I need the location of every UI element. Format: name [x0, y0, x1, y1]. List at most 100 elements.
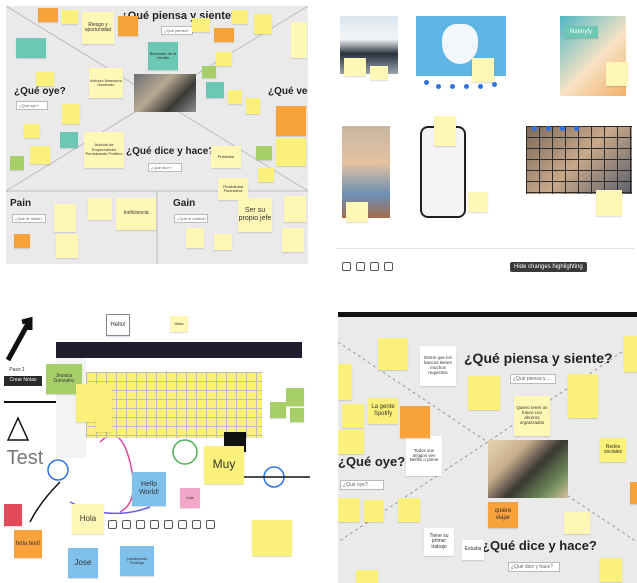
sticky-note[interactable] [342, 404, 364, 428]
sticky-note[interactable] [284, 196, 306, 222]
sticky-note[interactable] [62, 104, 80, 124]
sticky-deme[interactable]: Deme que los bancos tienen muchos requis… [420, 346, 456, 386]
sticky-quiere-viajar[interactable]: quiere viajar [488, 502, 518, 528]
sticky-note[interactable] [38, 8, 58, 22]
sticky-publicitar[interactable]: Publicitar [211, 146, 241, 168]
sticky-note[interactable] [96, 416, 112, 432]
sticky-note[interactable] [228, 90, 242, 104]
sticky-note[interactable] [346, 202, 368, 222]
sticky-note[interactable] [60, 132, 78, 148]
sticky-tiene[interactable]: Tiene su primer trabajo [424, 528, 454, 556]
share-icon[interactable] [150, 520, 159, 529]
sticky-jose[interactable]: Jose [68, 548, 98, 578]
sticky-note[interactable] [564, 512, 590, 534]
field-que-piensa[interactable]: ¿Qué piensa y ... [510, 374, 556, 384]
sticky-note[interactable] [276, 138, 306, 166]
sticky-note[interactable] [270, 402, 286, 418]
sticky-note[interactable] [256, 146, 272, 160]
thumbs-up-icon[interactable] [342, 262, 351, 271]
sticky-articulo[interactable]: Artículo financiero Haciendo [89, 68, 123, 98]
sticky-note[interactable] [214, 28, 234, 42]
sticky-redes[interactable]: Redes sociales [600, 438, 626, 462]
sticky-note[interactable] [282, 228, 304, 252]
sticky-note[interactable] [356, 570, 378, 583]
grid-icon[interactable] [136, 520, 145, 529]
sticky-todos[interactable]: Todos sus amigos ven Netflix o prime [406, 436, 442, 476]
sticky-note[interactable] [62, 10, 78, 24]
highlight-tooltip[interactable]: Hide changes highlighting [510, 262, 587, 272]
copy-icon[interactable] [122, 520, 131, 529]
sticky-note[interactable] [596, 190, 622, 216]
sticky-note[interactable] [54, 204, 76, 232]
field-pain[interactable]: ¿Qué le duele? [12, 214, 46, 223]
sticky-red[interactable] [4, 504, 22, 526]
sticky-practicando[interactable]: practicando Rodrigo [120, 546, 154, 576]
sticky-note[interactable] [600, 558, 622, 582]
sticky-note[interactable] [214, 234, 232, 250]
sticky-note[interactable] [338, 498, 360, 522]
sticky-note[interactable] [468, 376, 500, 410]
sticky-note[interactable] [202, 66, 216, 78]
bulb-icon[interactable] [384, 262, 393, 271]
sticky-bienestar[interactable]: Bienestar de la familia [148, 42, 178, 70]
sticky-note[interactable] [254, 14, 272, 34]
timer-icon[interactable] [192, 520, 201, 529]
sticky-hello[interactable]: Hello! [106, 314, 130, 336]
sticky-note[interactable] [192, 18, 210, 32]
sticky-note[interactable] [206, 82, 224, 98]
sticky-note[interactable] [88, 198, 112, 220]
sticky-note[interactable] [36, 72, 54, 86]
sticky-note[interactable] [568, 374, 598, 418]
field-que-oye[interactable]: ¿Qué oye? [16, 101, 48, 110]
sticky-note[interactable] [216, 52, 232, 66]
sticky-note[interactable] [472, 58, 494, 82]
sticky-hola-test[interactable]: hola test! [14, 530, 42, 558]
sticky-tool-icon[interactable] [108, 520, 117, 529]
field-gain[interactable]: ¿Qué le motiva? [174, 214, 208, 223]
field-que-piensa[interactable]: ¿Qué piensa? [161, 26, 193, 35]
sticky-hello-world[interactable]: Hello World! [132, 472, 166, 506]
sticky-hola-pink[interactable]: hola [180, 488, 200, 508]
sticky-note[interactable] [16, 38, 46, 58]
sticky-hola[interactable]: Hola [72, 504, 104, 534]
sticky-note[interactable] [246, 98, 260, 114]
sticky-riesgo[interactable]: Riesgo y oportunidad [82, 12, 114, 44]
field-que-dice[interactable]: ¿Qué dice? [148, 163, 182, 172]
sticky-note[interactable] [400, 406, 430, 438]
sticky-note[interactable] [398, 498, 420, 522]
sticky-note[interactable] [468, 192, 488, 212]
sticky-note[interactable] [434, 116, 456, 146]
sticky-note[interactable] [378, 338, 408, 370]
sticky-note[interactable] [630, 482, 637, 504]
sticky-note[interactable] [14, 234, 30, 248]
sticky-note[interactable] [370, 66, 388, 80]
sticky-note[interactable] [624, 336, 637, 372]
reaction-icon[interactable] [356, 262, 365, 271]
thumbs-up-icon[interactable] [164, 520, 173, 529]
sticky-note[interactable] [344, 58, 366, 76]
sticky-note[interactable] [276, 106, 306, 136]
sticky-note[interactable] [338, 430, 364, 454]
sticky-note[interactable] [24, 124, 40, 138]
sticky-ineficiencia[interactable]: Ineficiencia [116, 198, 156, 230]
reaction-icon[interactable] [178, 520, 187, 529]
sticky-note[interactable] [118, 16, 138, 36]
sticky-note[interactable] [30, 146, 50, 164]
sticky-ser-jefe[interactable]: Ser su propio jefe [238, 198, 272, 232]
field-que-oye[interactable]: ¿Qué oye? [340, 480, 384, 490]
sticky-note[interactable] [364, 500, 384, 522]
sticky-estudia[interactable]: Estudia [462, 540, 484, 560]
sticky-note[interactable] [10, 156, 24, 170]
field-que-dice[interactable]: ¿Qué dice y hace? [508, 562, 560, 572]
sticky-la-gente[interactable]: La gente Spotify [368, 398, 398, 424]
sticky-note[interactable] [232, 10, 248, 24]
sticky-note[interactable] [56, 234, 78, 258]
sticky-note[interactable] [186, 228, 204, 248]
sticky-note[interactable] [252, 520, 292, 556]
sticky-note[interactable] [286, 388, 304, 406]
sticky-note[interactable] [290, 408, 304, 422]
sticky-flexibilidad[interactable]: Flexibilidad Financiera [218, 178, 248, 200]
sticky-note[interactable] [258, 168, 274, 182]
sticky-note[interactable] [606, 62, 628, 86]
bulb-icon[interactable] [206, 520, 215, 529]
